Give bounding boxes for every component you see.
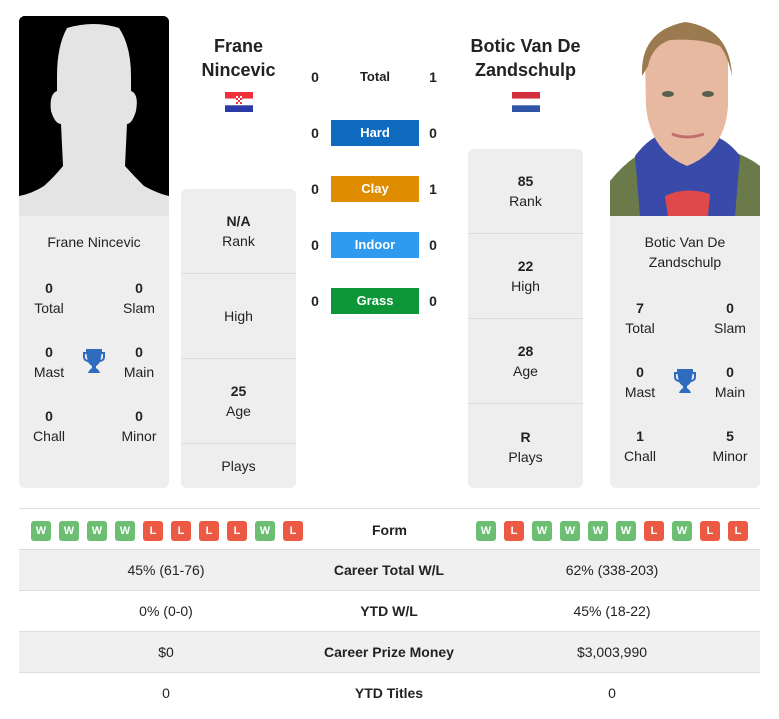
player2-plays: R Plays bbox=[508, 428, 543, 465]
player2-card: Botic Van De Zandschulp 7 Total 0 Slam 0 Ma… bbox=[610, 16, 760, 488]
form-win-badge[interactable]: W bbox=[532, 521, 552, 541]
form-win-badge[interactable]: W bbox=[560, 521, 580, 541]
form-win-badge[interactable]: W bbox=[616, 521, 636, 541]
player2-titles-total: 7 Total bbox=[625, 300, 655, 336]
form-loss-badge[interactable]: L bbox=[728, 521, 748, 541]
player2-photo bbox=[610, 16, 760, 216]
player1-titles-minor: 0 Minor bbox=[121, 408, 157, 444]
player1-card-name: Frane Nincevic bbox=[47, 234, 141, 250]
h2h-total: 0 Total 1 bbox=[300, 64, 450, 90]
player1-titles-main: 0 Main bbox=[123, 344, 155, 380]
player1-header-name[interactable]: Frane Nincevic bbox=[181, 34, 296, 82]
player-photo-icon bbox=[610, 16, 760, 216]
form-loss-badge[interactable]: L bbox=[504, 521, 524, 541]
surface-clay-badge[interactable]: Clay bbox=[331, 176, 419, 202]
surface-total-label: Total bbox=[359, 69, 391, 84]
comparison-row-prize-money: $0 Career Prize Money $3,003,990 bbox=[19, 632, 760, 673]
silhouette-icon bbox=[19, 16, 169, 216]
trophy-icon bbox=[82, 348, 106, 374]
form-loss-badge[interactable]: L bbox=[199, 521, 219, 541]
player1-titles-mast: 0 Mast bbox=[33, 344, 65, 380]
form-loss-badge[interactable]: L bbox=[700, 521, 720, 541]
player1-high: High bbox=[181, 274, 296, 359]
form-win-badge[interactable]: W bbox=[115, 521, 135, 541]
player2-titles-mast: 0 Mast bbox=[624, 364, 656, 400]
h2h-hard: 0 Hard 0 bbox=[300, 120, 450, 146]
player2-rank: 85 Rank bbox=[468, 149, 583, 234]
form-win-badge[interactable]: W bbox=[255, 521, 275, 541]
form-row: Form WWWWLLLLWL WLWWWWLWLL bbox=[19, 508, 760, 550]
form-loss-badge[interactable]: L bbox=[143, 521, 163, 541]
player2-titles-slam: 0 Slam bbox=[714, 300, 746, 336]
player1-titles-slam: 0 Slam bbox=[123, 280, 155, 316]
form-loss-badge[interactable]: L bbox=[171, 521, 191, 541]
surface-grass-badge[interactable]: Grass bbox=[331, 288, 419, 314]
player2-card-name: Botic Van De Zandschulp bbox=[644, 234, 726, 270]
player1-stats: N/A Rank High 25 Age Plays bbox=[181, 189, 296, 488]
croatia-flag-icon bbox=[225, 92, 253, 112]
comparison-row-ytd-titles: 0 YTD Titles 0 bbox=[162, 685, 616, 701]
form-win-badge[interactable]: W bbox=[588, 521, 608, 541]
trophy-icon bbox=[673, 368, 697, 394]
player1-plays: Plays bbox=[221, 458, 256, 474]
player2-stats: 85 Rank 22 High 28 Age R Plays bbox=[468, 149, 583, 488]
player1-titles-total: 0 Total bbox=[34, 280, 64, 316]
comparison-row-career-wl: 45% (61-76) Career Total W/L 62% (338-20… bbox=[19, 550, 760, 591]
player1-age: 25 Age bbox=[181, 359, 296, 444]
form-win-badge[interactable]: W bbox=[672, 521, 692, 541]
h2h-grass: 0 Grass 0 bbox=[300, 288, 450, 314]
player1-titles-chall: 0 Chall bbox=[33, 408, 65, 444]
player1-photo bbox=[19, 16, 169, 216]
player2-titles-main: 0 Main bbox=[714, 364, 746, 400]
form-win-badge[interactable]: W bbox=[31, 521, 51, 541]
surface-hard-badge[interactable]: Hard bbox=[331, 120, 419, 146]
netherlands-flag-icon bbox=[512, 92, 540, 112]
comparison-row-ytd-wl: 0% (0-0) YTD W/L 45% (18-22) bbox=[19, 591, 760, 632]
surface-indoor-badge[interactable]: Indoor bbox=[331, 232, 419, 258]
form-win-badge[interactable]: W bbox=[476, 521, 496, 541]
form-win-badge[interactable]: W bbox=[87, 521, 107, 541]
form-loss-badge[interactable]: L bbox=[227, 521, 247, 541]
player2-high: 22 High bbox=[468, 234, 583, 319]
form-loss-badge[interactable]: L bbox=[283, 521, 303, 541]
player1-card: Frane Nincevic 0 Total 0 Slam 0 Mast 0 Main … bbox=[19, 16, 169, 488]
player2-titles-minor: 5 Minor bbox=[712, 428, 748, 464]
player2-age: 28 Age bbox=[468, 319, 583, 404]
h2h-indoor: 0 Indoor 0 bbox=[300, 232, 450, 258]
player1-rank: N/A Rank bbox=[181, 189, 296, 274]
player2-header-name[interactable]: Botic Van De Zandschulp bbox=[458, 34, 593, 82]
h2h-clay: 0 Clay 1 bbox=[300, 176, 450, 202]
player2-titles-chall: 1 Chall bbox=[624, 428, 656, 464]
form-loss-badge[interactable]: L bbox=[644, 521, 664, 541]
form-win-badge[interactable]: W bbox=[59, 521, 79, 541]
